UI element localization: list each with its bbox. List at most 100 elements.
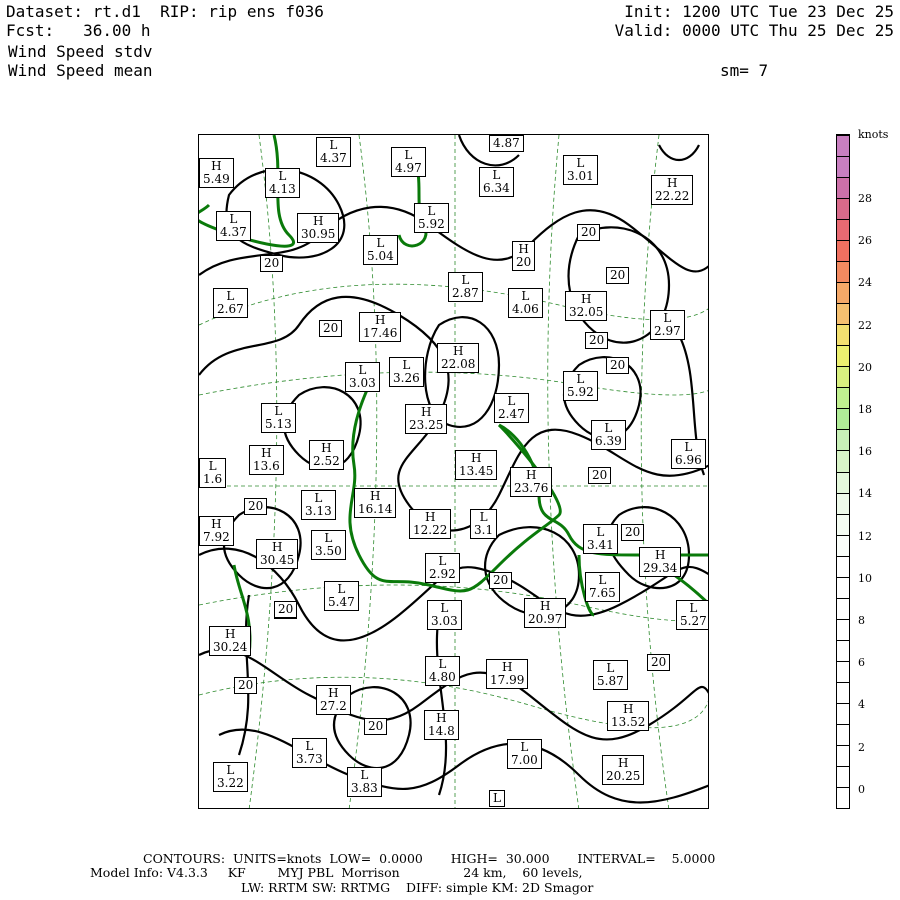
colorbar-segment: [837, 723, 849, 745]
low-label: L 1.6: [199, 458, 227, 488]
colorbar-segment: [837, 450, 849, 472]
colorbar-segment: [837, 786, 849, 808]
contour-label: 20: [588, 467, 612, 484]
low-label: L 3.41: [583, 524, 618, 554]
extremum-value: 14.8: [428, 724, 455, 738]
high-label: H 17.46: [359, 312, 402, 342]
low-label: L 5.04: [363, 235, 398, 265]
extremum-type: L: [493, 791, 501, 805]
high-label: H 20.97: [524, 598, 567, 628]
extremum-value: 5.92: [418, 217, 445, 231]
extremum-value: 20: [625, 525, 641, 539]
field-title-stdv: Wind Speed stdv: [8, 42, 153, 61]
colorbar-tick-label: 26: [858, 234, 872, 248]
low-label: L 3.26: [389, 357, 424, 387]
extremum-value: 20: [323, 321, 339, 335]
colorbar-tick-label: 0: [858, 782, 865, 796]
extremum-value: 23.76: [514, 481, 549, 495]
extremum-value: 7.65: [589, 586, 616, 600]
colorbar-segment: [837, 261, 849, 283]
high-label: H 13.45: [455, 450, 498, 480]
colorbar-segment: [837, 597, 849, 619]
extremum-value: 20: [516, 255, 532, 269]
footer-contours: CONTOURS: UNITS=knots LOW= 0.0000 HIGH= …: [143, 851, 716, 866]
extremum-value: 3.01: [567, 169, 594, 183]
colorbar-tick-label: 22: [858, 318, 872, 332]
colorbar-segment: [837, 156, 849, 178]
extremum-value: 3.50: [315, 544, 342, 558]
extremum-value: 30.24: [213, 640, 248, 654]
extremum-value: 3.1: [474, 523, 494, 537]
extremum-value: 13.6: [253, 459, 280, 473]
colorbar-segment: [837, 534, 849, 556]
colorbar-segment: [837, 492, 849, 514]
low-label: L 4.06: [508, 288, 543, 318]
colorbar-tick-label: 24: [858, 276, 872, 290]
extremum-value: 30.95: [301, 227, 336, 241]
low-label: L 5.87: [593, 660, 628, 690]
high-label: H 30.95: [297, 213, 340, 243]
high-label: H 20.25: [602, 755, 645, 785]
colorbar-segment: [837, 681, 849, 703]
colorbar-segment: [837, 639, 849, 661]
extremum-value: 29.34: [643, 561, 678, 575]
extremum-value: 27.2: [320, 699, 347, 713]
colorbar-segment: [837, 660, 849, 682]
low-label: L 2.87: [448, 272, 483, 302]
colorbar-segment: [837, 135, 849, 157]
extremum-value: 20: [493, 573, 509, 587]
contour-label: 20: [274, 601, 298, 618]
colorbar-segment: [837, 555, 849, 577]
extremum-value: 5.27: [680, 614, 707, 628]
extremum-value: 20: [248, 499, 264, 513]
colorbar-tick-label: 14: [858, 487, 872, 501]
contour-label: 20: [606, 357, 630, 374]
high-label: H 17.99: [486, 659, 529, 689]
field-title-mean: Wind Speed mean: [8, 61, 153, 80]
extremum-value: 2.47: [498, 407, 525, 421]
extremum-value: 32.05: [569, 305, 604, 319]
extremum-value: 20: [589, 333, 605, 347]
low-label: L 3.1: [470, 509, 498, 539]
extremum-value: 3.26: [393, 371, 420, 385]
init-time: Init: 1200 UTC Tue 23 Dec 25: [624, 2, 894, 21]
colorbar-segment: [837, 702, 849, 724]
extremum-value: 6.96: [675, 453, 702, 467]
contour-label: 20: [647, 654, 671, 671]
colorbar-segment: [837, 513, 849, 535]
extremum-value: 2.52: [313, 454, 340, 468]
low-label: L 4.13: [265, 168, 300, 198]
contour-label: 20: [260, 255, 284, 272]
colorbar-tick-label: 6: [858, 656, 865, 670]
contour-label: 20: [621, 524, 645, 541]
low-label: L: [489, 790, 505, 807]
extremum-value: 13.52: [611, 715, 646, 729]
colorbar: [836, 134, 850, 809]
high-label: H 23.76: [510, 467, 553, 497]
extremum-value: 5.04: [367, 249, 394, 263]
extremum-value: 5.13: [265, 417, 292, 431]
colorbar-unit: knots: [858, 128, 889, 141]
extremum-value: 4.37: [320, 151, 347, 165]
footer-model-info: Model Info: V4.3.3 KF MYJ PBL Morrison 2…: [90, 865, 583, 880]
extremum-value: 4.80: [429, 670, 456, 684]
extremum-value: 5.87: [597, 674, 624, 688]
extremum-value: 4.06: [512, 302, 539, 316]
low-label: L 2.67: [213, 288, 248, 318]
low-label: L 3.50: [311, 530, 346, 560]
extremum-value: 7.00: [511, 753, 538, 767]
valid-time: Valid: 0000 UTC Thu 25 Dec 25: [614, 21, 894, 40]
extremum-value: 13.45: [459, 464, 494, 478]
extremum-value: 22.22: [655, 189, 690, 203]
high-label: H 5.49: [199, 158, 234, 188]
colorbar-segment: [837, 240, 849, 262]
extremum-value: 4.37: [220, 225, 247, 239]
colorbar-segment: [837, 471, 849, 493]
low-label: L 6.96: [671, 439, 706, 469]
low-label: L 4.37: [316, 137, 351, 167]
extremum-value: 20.97: [528, 612, 563, 626]
extremum-value: 23.25: [409, 418, 444, 432]
low-label: L 3.83: [347, 767, 382, 797]
low-label: L 5.92: [414, 203, 449, 233]
low-label: L 3.03: [427, 600, 462, 630]
